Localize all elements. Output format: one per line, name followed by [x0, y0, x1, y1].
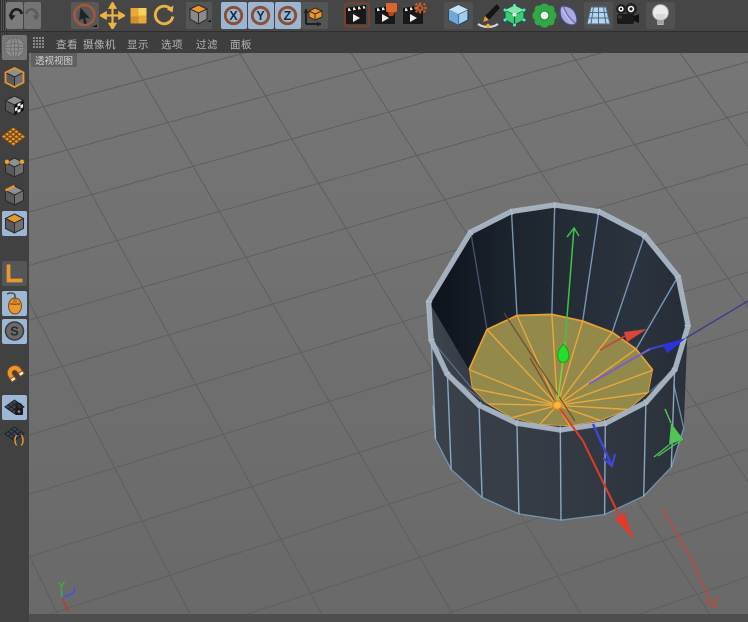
svg-text:Z: Z	[284, 9, 292, 23]
svg-text:Y: Y	[256, 9, 265, 23]
svg-text:S: S	[10, 324, 19, 339]
svg-text:X: X	[229, 9, 238, 23]
svg-text:(): ()	[12, 435, 25, 447]
svg-text:透视视图: 透视视图	[35, 55, 73, 67]
